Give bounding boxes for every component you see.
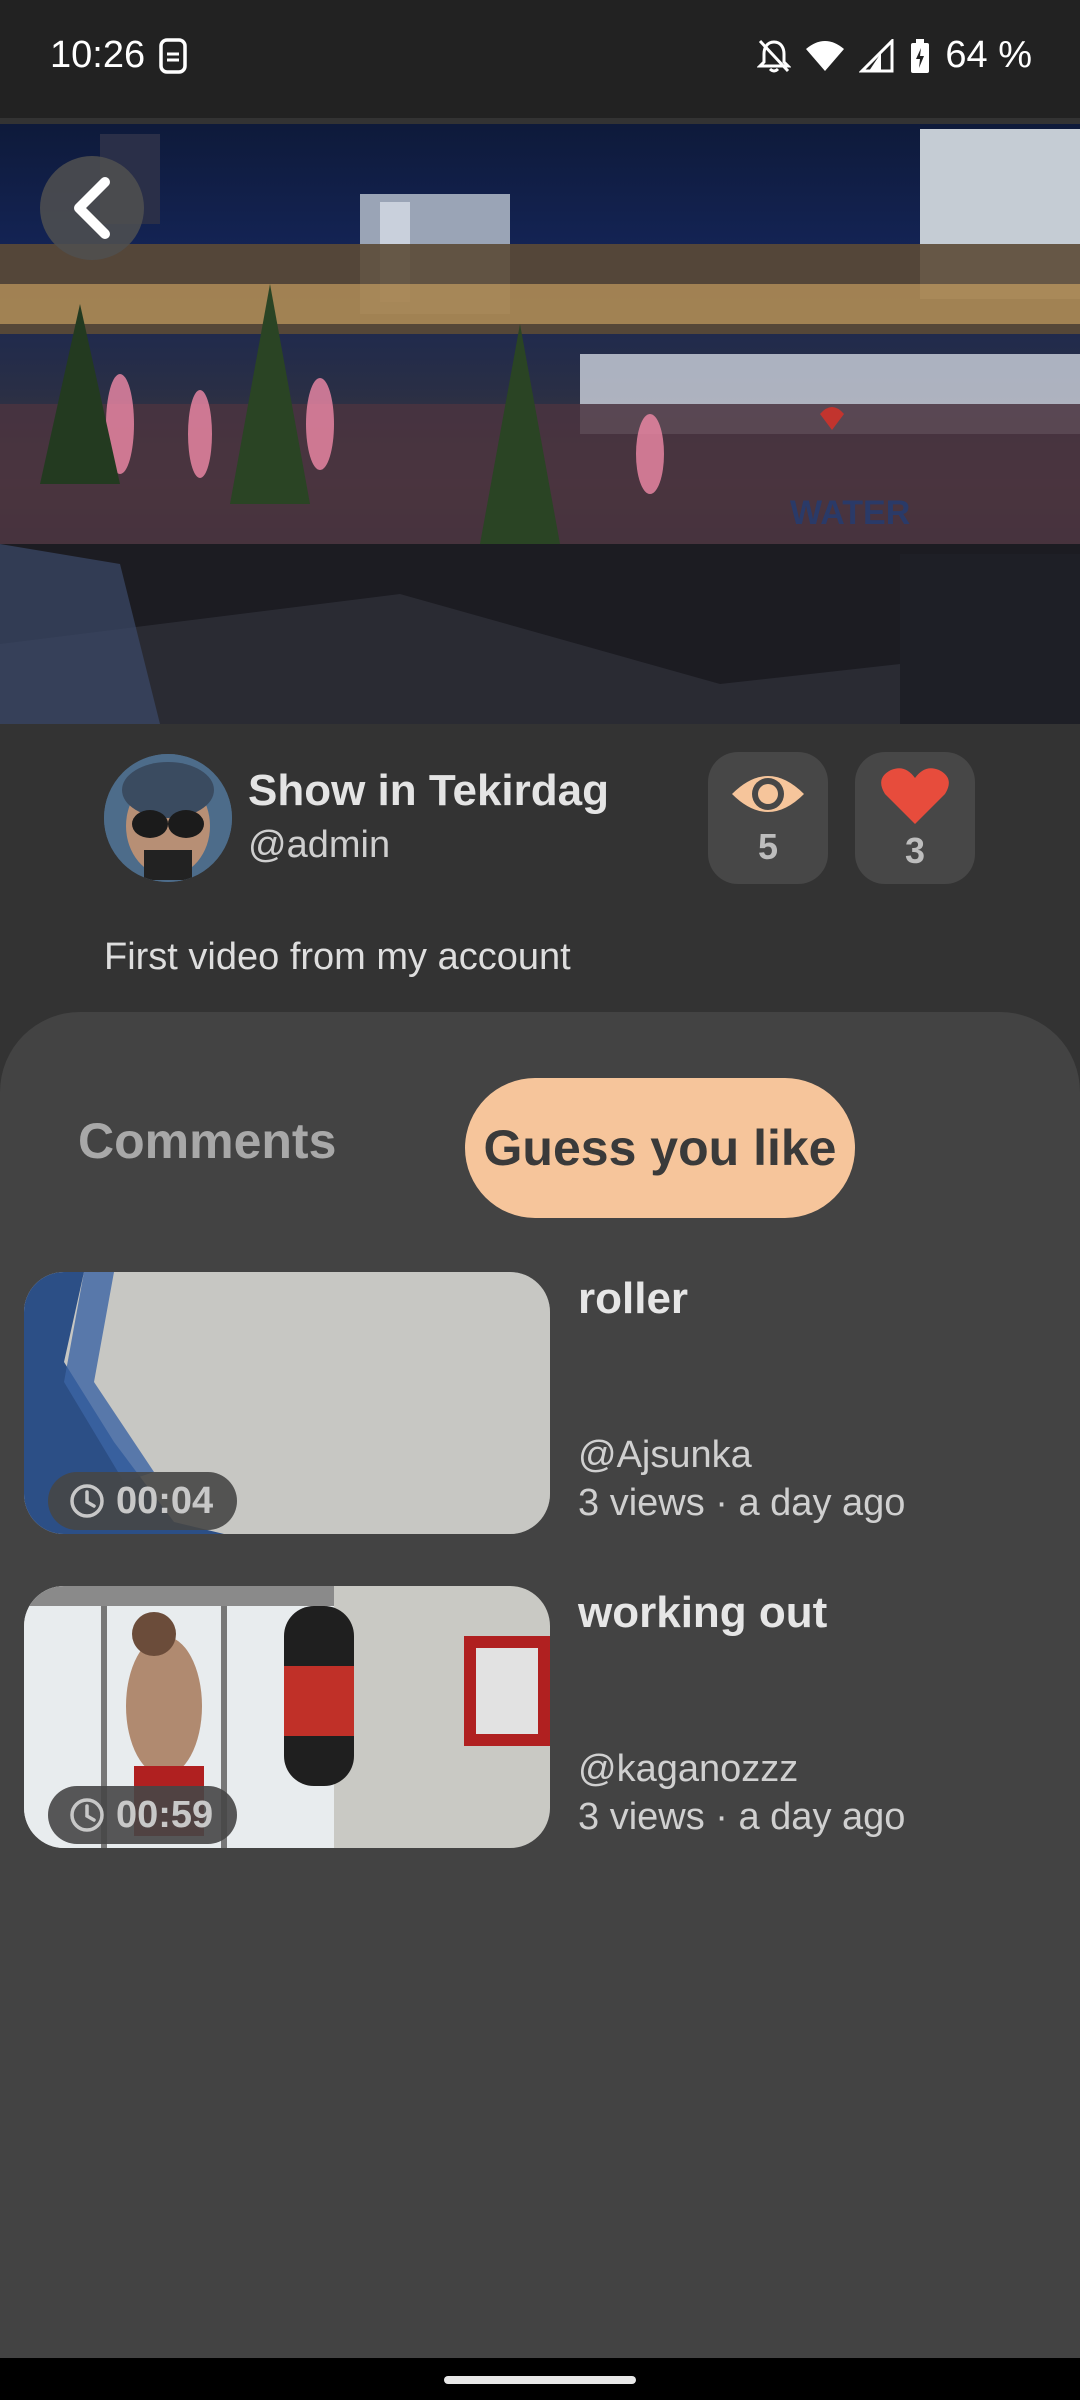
item-meta: 3 views · a day ago: [578, 1796, 906, 1838]
status-icons: 64 %: [757, 34, 1032, 77]
post-info: Show in Tekirdag @admin 5 3 First video …: [0, 724, 1080, 1014]
home-indicator[interactable]: [444, 2376, 636, 2384]
back-button[interactable]: [40, 156, 144, 260]
avatar[interactable]: [104, 754, 232, 882]
status-bar: 10:26 64 %: [0, 0, 1080, 118]
duration-text: 00:59: [116, 1793, 214, 1836]
svg-text:WATER: WATER: [790, 494, 910, 532]
tab-comments[interactable]: Comments: [78, 1112, 336, 1170]
video-author[interactable]: @admin: [248, 824, 390, 867]
views-counter: 5: [708, 752, 828, 884]
dnd-off-icon: [757, 39, 792, 72]
bottom-sheet: Comments Guess you like 00:04 roller @Aj…: [0, 1012, 1080, 2358]
status-time: 10:26: [50, 34, 146, 76]
heart-icon: [881, 768, 949, 824]
item-author[interactable]: @kaganozzz: [578, 1748, 798, 1791]
video-thumbnail[interactable]: 00:59: [24, 1586, 550, 1848]
list-item[interactable]: 00:04 roller @Ajsunka 3 views · a day ag…: [24, 1272, 1064, 1534]
item-meta: 3 views · a day ago: [578, 1482, 906, 1524]
item-title[interactable]: working out: [578, 1588, 827, 1638]
clock-icon: [70, 1484, 104, 1518]
likes-count: 3: [904, 830, 926, 871]
avatar-image: [104, 754, 232, 882]
duration-badge: 00:04: [48, 1472, 238, 1530]
eye-icon: [732, 776, 804, 812]
navigation-bar: [0, 2358, 1080, 2400]
video-description: First video from my account: [104, 936, 571, 978]
item-author[interactable]: @Ajsunka: [578, 1434, 752, 1477]
video-player[interactable]: WATER: [0, 124, 1080, 724]
views-count: 5: [757, 826, 779, 867]
sim-icon: [159, 38, 187, 74]
clock-icon: [70, 1798, 104, 1832]
wifi-icon: [806, 40, 845, 71]
video-title: Show in Tekirdag: [248, 766, 610, 815]
like-button[interactable]: 3: [855, 752, 975, 884]
video-frame: WATER: [0, 129, 1080, 724]
list-item[interactable]: 00:59 working out @kaganozzz 3 views · a…: [24, 1586, 1064, 1848]
battery-percent: 64 %: [945, 34, 1032, 76]
item-title[interactable]: roller: [578, 1274, 688, 1324]
duration-text: 00:04: [116, 1479, 214, 1522]
chevron-left-icon: [74, 177, 110, 239]
video-thumbnail[interactable]: 00:04: [24, 1272, 550, 1534]
tab-guess-you-like[interactable]: Guess you like: [465, 1078, 855, 1218]
signal-icon: [859, 38, 894, 72]
duration-badge: 00:59: [48, 1786, 238, 1844]
battery-icon: [911, 38, 930, 73]
